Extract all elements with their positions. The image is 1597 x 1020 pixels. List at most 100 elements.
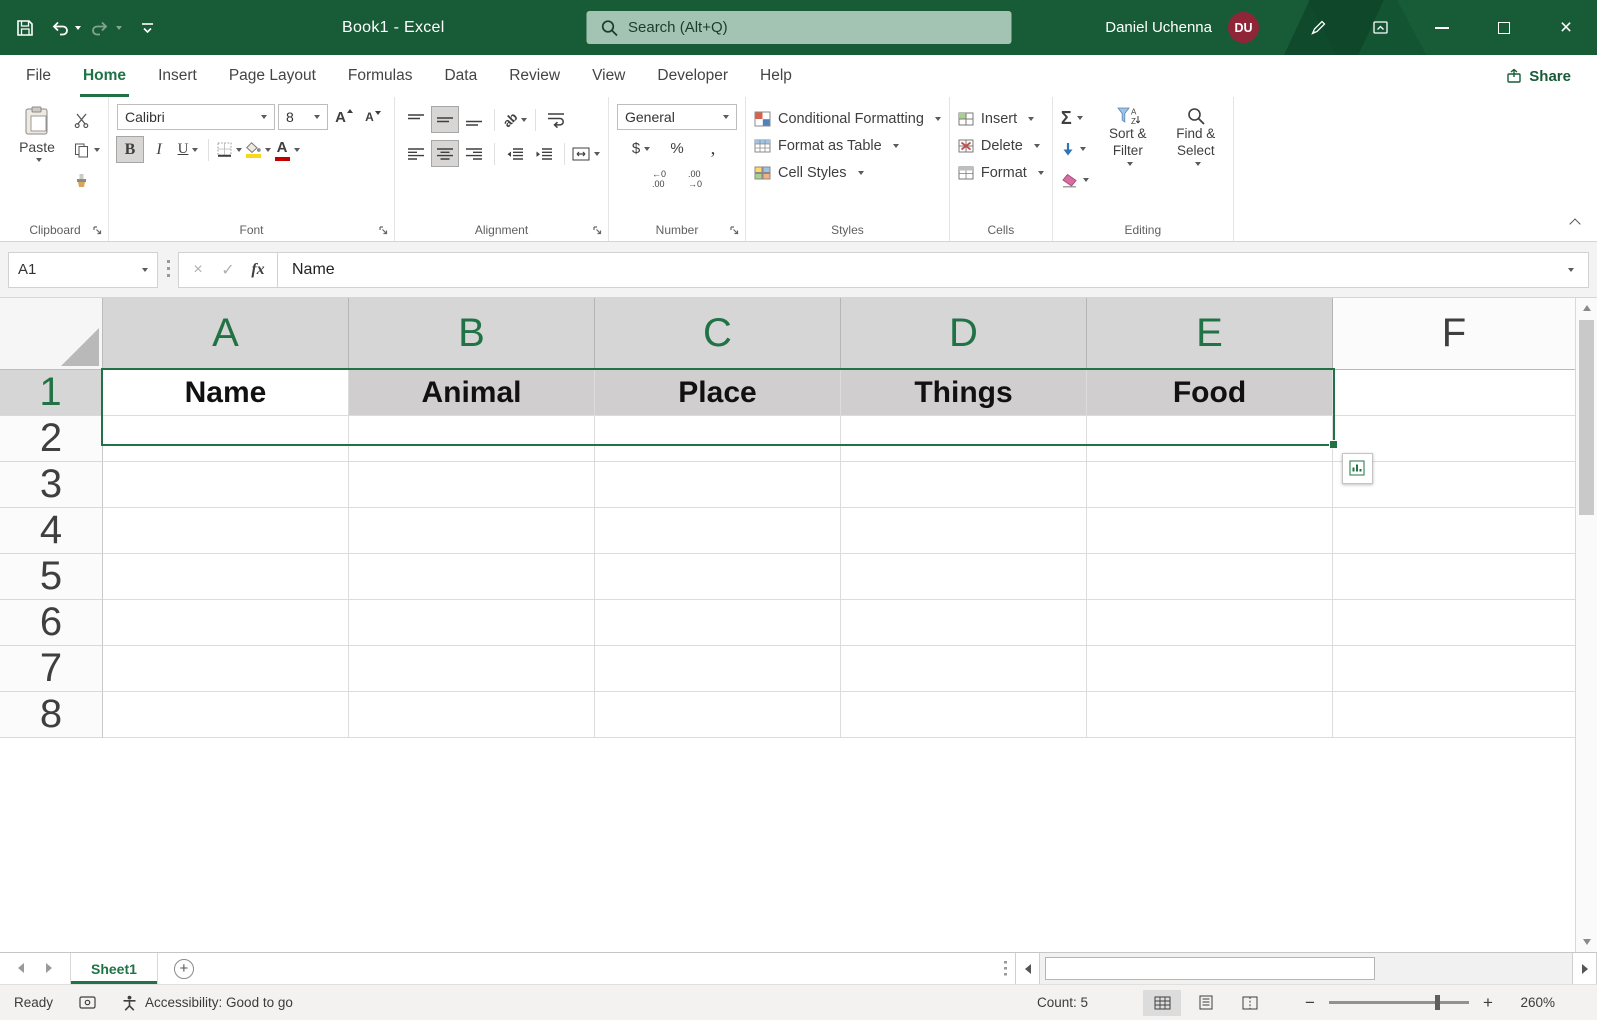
cell-E5[interactable] [1087,554,1333,600]
align-bottom-button[interactable] [461,107,487,132]
font-dialog-launcher[interactable] [376,223,390,237]
share-button[interactable]: Share [1506,55,1571,97]
row-header-5[interactable]: 5 [0,554,103,600]
tab-splitter-handle[interactable] [996,953,1015,984]
cell-C5[interactable] [595,554,841,600]
tab-data[interactable]: Data [428,55,493,97]
align-top-button[interactable] [403,107,429,132]
cell-E7[interactable] [1087,646,1333,692]
cell-C4[interactable] [595,508,841,554]
scroll-down-button[interactable] [1576,932,1597,952]
bold-button[interactable]: B [116,136,144,163]
number-format-select[interactable]: General [617,104,737,130]
cell-styles-button[interactable]: Cell Styles [754,165,941,181]
row-header-4[interactable]: 4 [0,508,103,554]
user-name[interactable]: Daniel Uchenna [1105,19,1212,36]
cell-F8[interactable] [1333,692,1575,738]
formula-bar-expand-button[interactable] [1568,267,1574,272]
tab-insert[interactable]: Insert [142,55,213,97]
autosum-button[interactable]: Σ [1061,107,1089,129]
macro-record-button[interactable] [79,996,96,1009]
align-left-button[interactable] [403,141,429,166]
clipboard-dialog-launcher[interactable] [90,223,104,237]
decrease-font-size-button[interactable]: A [360,105,386,130]
font-color-button[interactable]: A [274,137,300,162]
cell-D1[interactable]: Things [841,370,1087,416]
cell-A8[interactable] [103,692,349,738]
cell-A6[interactable] [103,600,349,646]
formula-input[interactable]: Name [278,251,1589,288]
hscroll-right-button[interactable] [1572,953,1597,984]
increase-indent-button[interactable] [531,141,557,166]
cell-D5[interactable] [841,554,1087,600]
borders-button[interactable] [216,137,242,162]
cell-E1[interactable]: Food [1087,370,1333,416]
cell-D4[interactable] [841,508,1087,554]
hscroll-left-button[interactable] [1015,953,1040,984]
delete-cells-button[interactable]: Delete [958,138,1044,154]
cell-C8[interactable] [595,692,841,738]
tab-home[interactable]: Home [67,55,142,97]
cell-E2[interactable] [1087,416,1333,462]
cell-A1[interactable]: Name [103,370,349,416]
sort-filter-button[interactable]: AZ Sort & Filter [1099,104,1157,191]
sheet-tab-sheet1[interactable]: Sheet1 [70,953,158,984]
cell-A5[interactable] [103,554,349,600]
column-header-C[interactable]: C [595,298,841,370]
close-button[interactable]: × [1535,0,1597,55]
fill-button[interactable] [1061,138,1089,160]
horizontal-scrollbar[interactable] [1040,953,1572,984]
row-header-7[interactable]: 7 [0,646,103,692]
alignment-dialog-launcher[interactable] [590,223,604,237]
italic-button[interactable]: I [146,137,172,162]
customize-quick-access-toolbar-button[interactable] [132,10,162,46]
cell-A3[interactable] [103,462,349,508]
row-header-6[interactable]: 6 [0,600,103,646]
align-right-button[interactable] [461,141,487,166]
fill-handle[interactable] [1329,440,1338,449]
cell-A4[interactable] [103,508,349,554]
cell-E6[interactable] [1087,600,1333,646]
vertical-scroll-thumb[interactable] [1579,320,1594,515]
maximize-button[interactable] [1473,0,1535,55]
increase-decimal-button[interactable]: ←0.00 [646,167,672,192]
sheet-scroll-left-button[interactable] [18,960,24,978]
tab-file[interactable]: File [10,55,67,97]
insert-function-button[interactable]: fx [243,261,273,279]
paste-button[interactable]: Paste [10,104,64,191]
decrease-decimal-button[interactable]: .00 →0 [682,167,708,192]
select-all-button[interactable] [0,298,103,370]
undo-button[interactable] [50,10,81,46]
font-name-select[interactable]: Calibri [117,104,275,130]
zoom-slider[interactable] [1329,995,1469,1010]
cell-D2[interactable] [841,416,1087,462]
conditional-formatting-button[interactable]: Conditional Formatting [754,111,941,127]
quick-analysis-button[interactable] [1342,453,1373,484]
cut-button[interactable] [74,109,100,131]
tab-developer[interactable]: Developer [641,55,744,97]
accessibility-status[interactable]: Accessibility: Good to go [122,995,293,1011]
comma-style-button[interactable]: , [700,136,726,161]
decrease-indent-button[interactable] [502,141,528,166]
zoom-level[interactable]: 260% [1507,995,1555,1010]
formula-bar-resize-handle[interactable] [158,260,178,279]
insert-cells-button[interactable]: Insert [958,111,1044,127]
cell-F7[interactable] [1333,646,1575,692]
cell-B8[interactable] [349,692,595,738]
wrap-text-button[interactable] [543,107,569,132]
vertical-scroll-track[interactable] [1576,517,1597,932]
row-header-2[interactable]: 2 [0,416,103,462]
clear-button[interactable] [1061,169,1089,191]
underline-button[interactable]: U [175,137,201,162]
zoom-slider-handle[interactable] [1435,995,1440,1010]
column-header-D[interactable]: D [841,298,1087,370]
zoom-out-button[interactable]: − [1303,993,1317,1013]
cell-F1[interactable] [1333,370,1575,416]
cell-F6[interactable] [1333,600,1575,646]
redo-button[interactable] [91,10,122,46]
cell-B5[interactable] [349,554,595,600]
tab-view[interactable]: View [576,55,641,97]
scroll-up-button[interactable] [1576,298,1597,318]
cell-D8[interactable] [841,692,1087,738]
user-avatar[interactable]: DU [1228,12,1259,43]
